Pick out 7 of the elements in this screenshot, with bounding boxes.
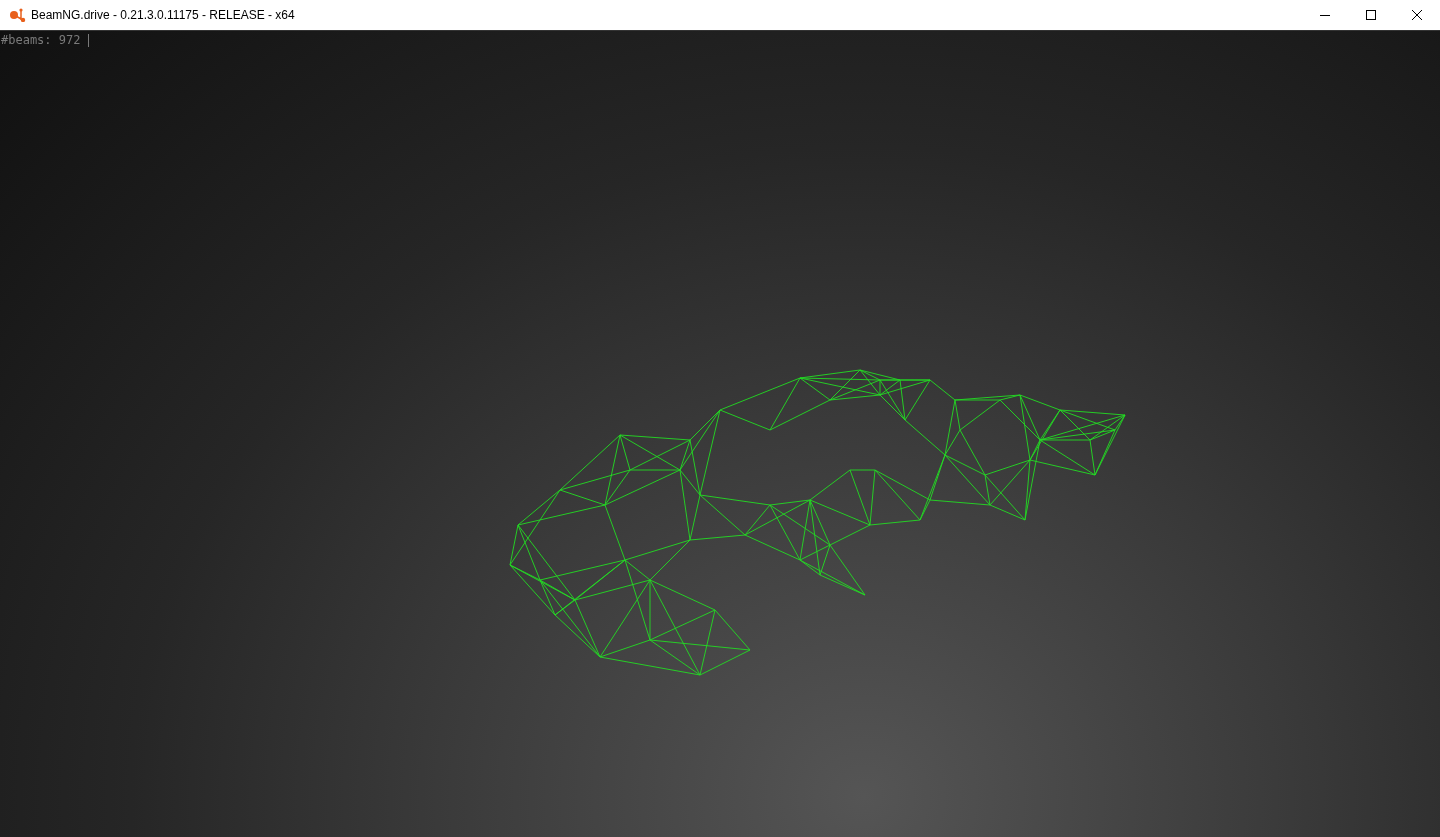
app-logo-icon — [9, 8, 26, 22]
maximize-icon — [1366, 10, 1376, 20]
close-icon — [1412, 10, 1422, 20]
beam-count-text: #beams: 972 — [1, 32, 81, 49]
text-cursor-icon — [88, 33, 90, 47]
minimize-icon — [1320, 14, 1330, 16]
window-title: BeamNG.drive - 0.21.3.0.11175 - RELEASE - x64 — [31, 7, 295, 24]
